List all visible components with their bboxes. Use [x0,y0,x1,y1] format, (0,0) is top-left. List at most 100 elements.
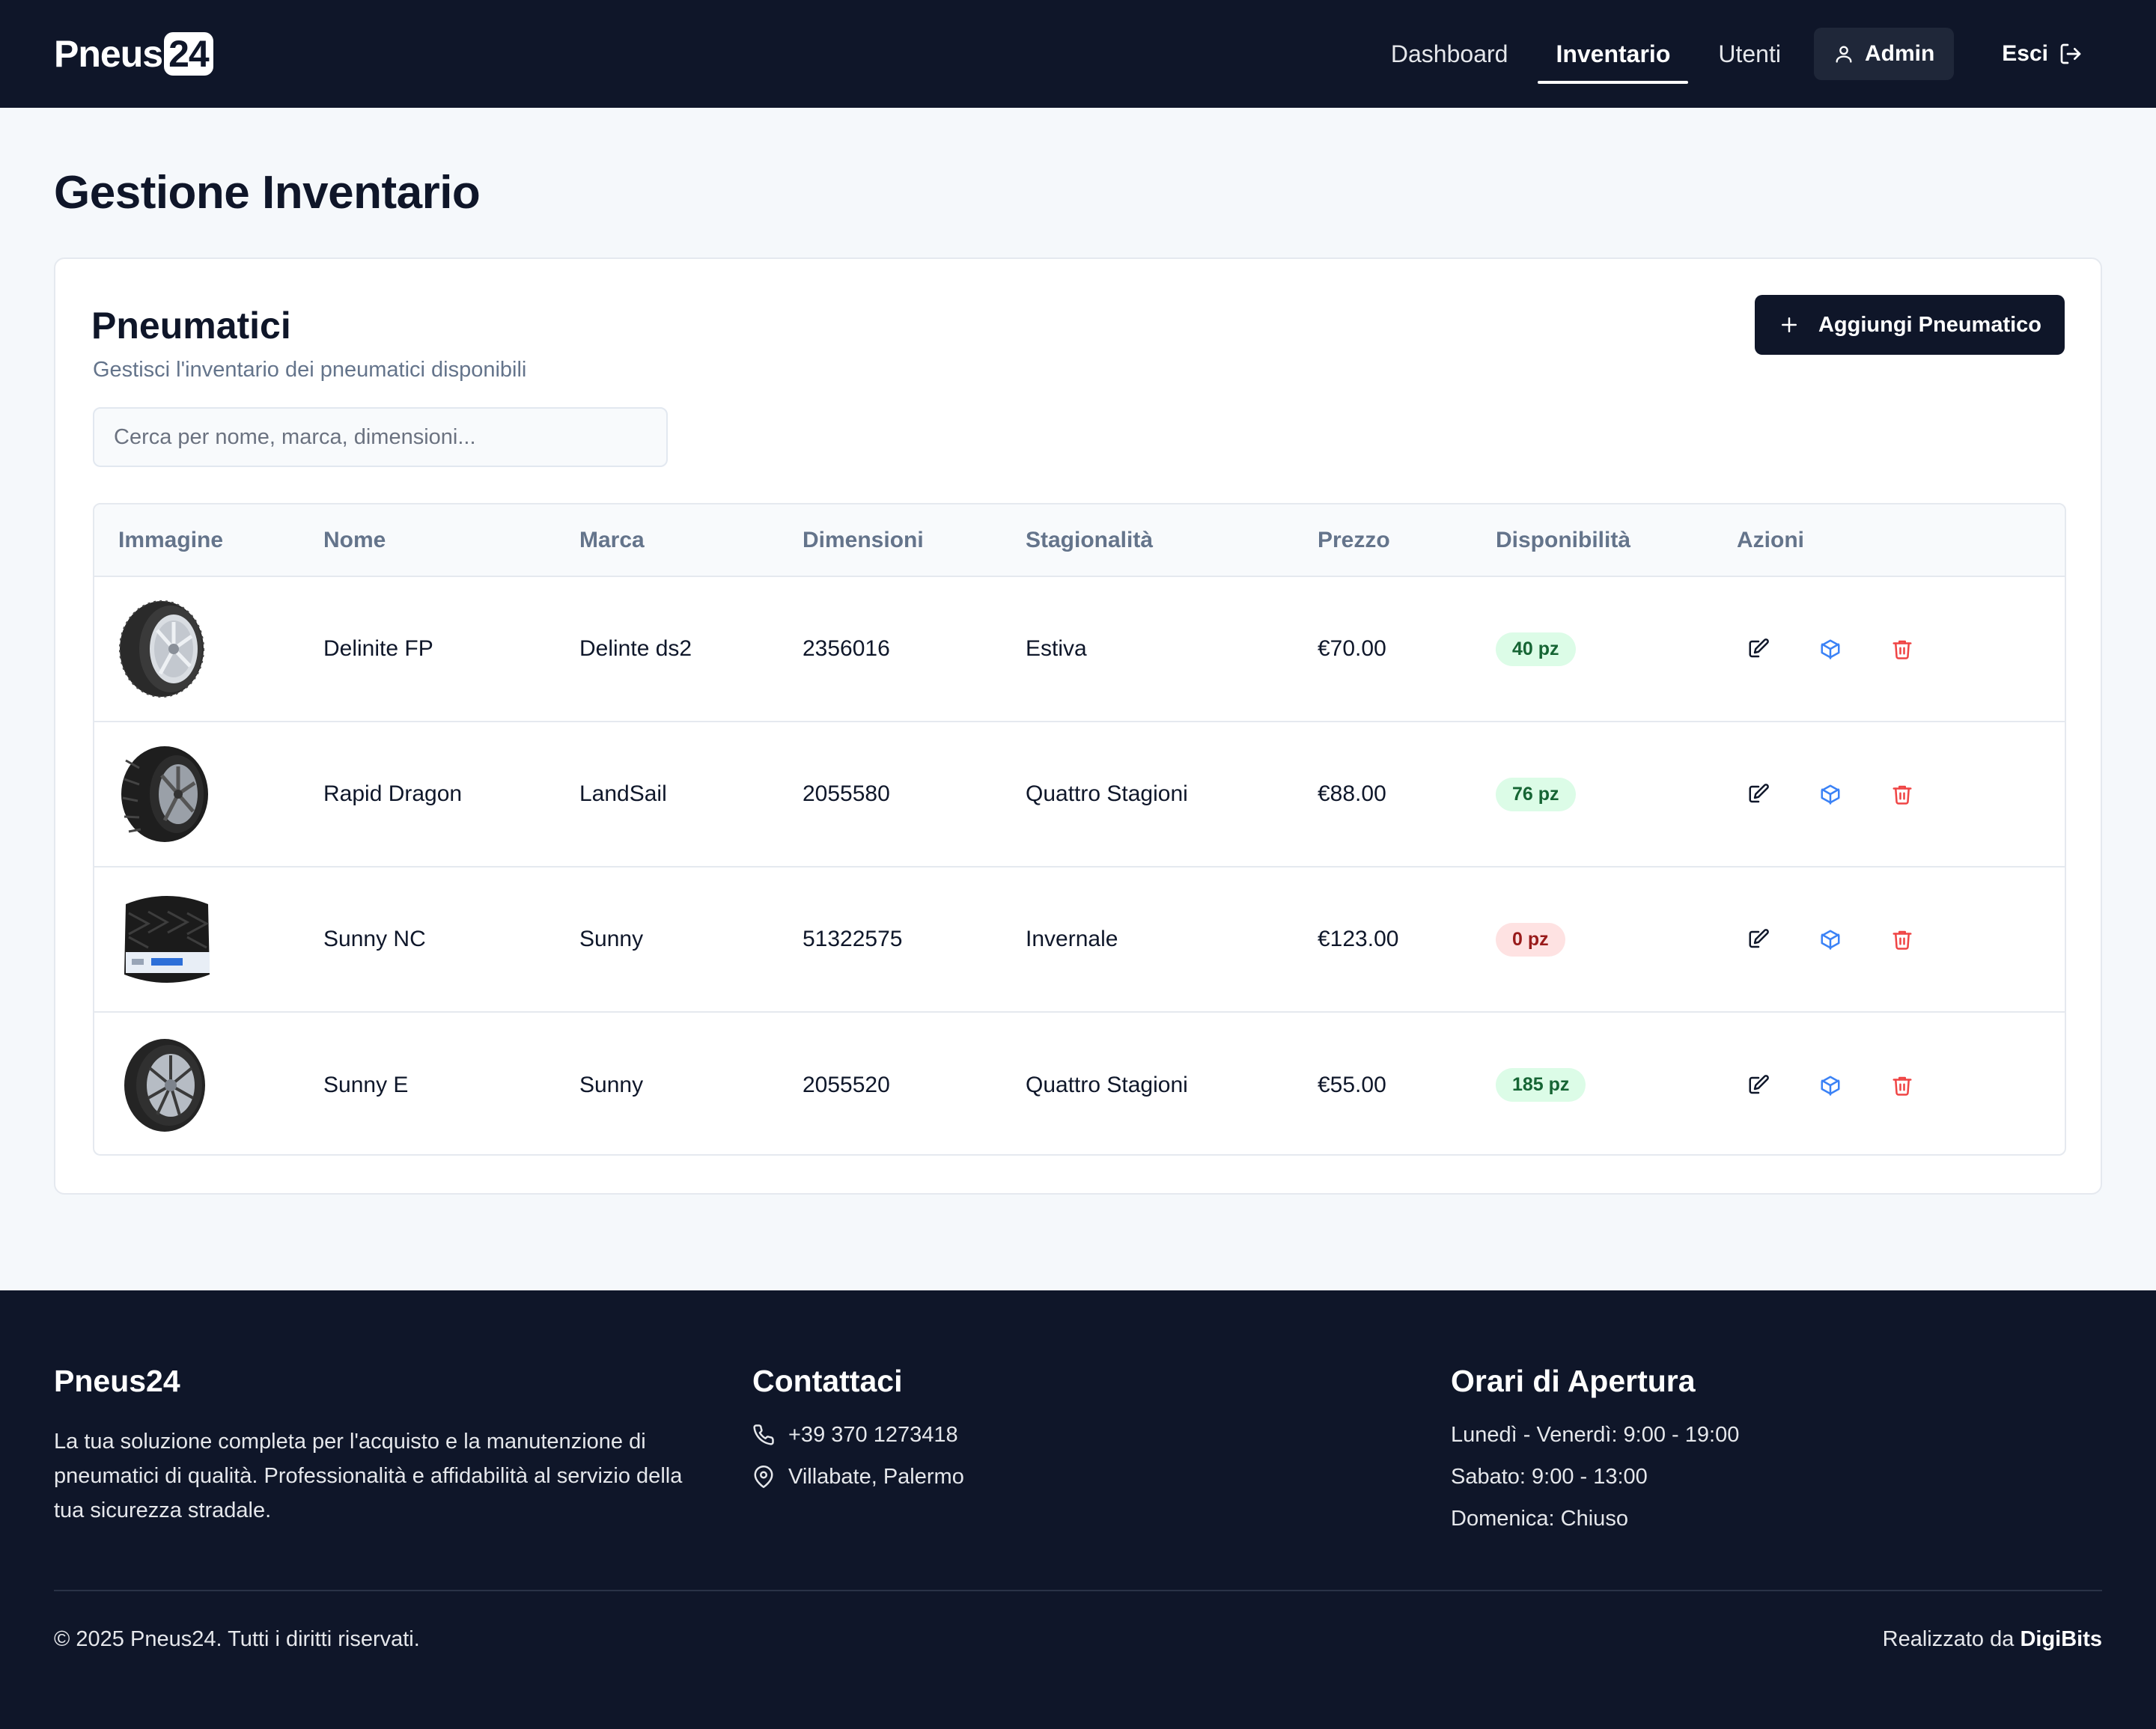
card-subtitle: Gestisci l'inventario dei pneumatici dis… [93,358,527,382]
table-row: Sunny E Sunny 2055520 Quattro Stagioni €… [94,1012,2065,1154]
nav-item-inventario[interactable]: Inventario [1538,24,1689,84]
footer-copyright: © 2025 Pneus24. Tutti i diritti riservat… [54,1627,420,1651]
package-icon [1821,1076,1840,1096]
trash-icon [1892,640,1912,659]
tire-name: Delinite FP [323,636,433,661]
column-header-size[interactable]: Dimensioni [779,504,1002,577]
stock-update-button[interactable] [1816,780,1845,808]
edit-icon [1749,929,1769,948]
tire-size: 51322575 [803,927,903,951]
tire-season: Estiva [1026,636,1087,661]
table-row: Delinite FP Delinte ds2 2356016 Estiva €… [94,576,2065,722]
column-header-name[interactable]: Nome [299,504,555,577]
tire-image [124,896,210,983]
tire-price: €123.00 [1318,927,1399,951]
main-nav: Dashboard Inventario Utenti Admin Esci [1367,0,2102,108]
delete-button[interactable] [1888,1071,1916,1100]
tire-image-cell [94,576,299,722]
stock-update-button[interactable] [1816,925,1845,954]
footer-contact-title: Contattaci [752,1364,903,1398]
column-header-image: Immagine [94,504,299,577]
footer-about-text: La tua soluzione completa per l'acquisto… [54,1430,683,1522]
edit-icon [1749,784,1769,803]
admin-label: Admin [1864,41,1935,66]
footer-hours: Orari di Apertura Lunedì - Venerdì: 9:00… [1451,1364,1739,1540]
package-icon [1821,930,1840,950]
footer-phone-text: +39 370 1273418 [788,1422,958,1447]
tire-price: €55.00 [1318,1072,1386,1097]
admin-button[interactable]: Admin [1813,28,1955,80]
nav-item-dashboard[interactable]: Dashboard [1373,24,1526,84]
delete-button[interactable] [1888,635,1916,663]
tire-brand: Delinte ds2 [579,636,692,661]
trash-icon [1892,1076,1912,1096]
page-title: Gestione Inventario [54,167,481,219]
add-tire-button[interactable]: Aggiungi Pneumatico [1755,295,2065,355]
table-row: Sunny NC Sunny 51322575 Invernale €123.0… [94,867,2065,1012]
tire-season: Quattro Stagioni [1026,1072,1188,1097]
actions-cell [1713,576,2065,722]
edit-button[interactable] [1744,780,1773,808]
footer-credits: Realizzato da DigiBits [1883,1627,2102,1652]
column-header-season[interactable]: Stagionalità [1002,504,1294,577]
inventory-card: Pneumatici Gestisci l'inventario dei pne… [54,257,2102,1195]
tire-size: 2356016 [803,636,890,661]
edit-button[interactable] [1744,925,1773,954]
tire-season: Invernale [1026,927,1118,951]
column-header-brand[interactable]: Marca [555,504,779,577]
footer-about-title: Pneus24 [54,1364,180,1398]
footer-phone[interactable]: +39 370 1273418 [752,1414,964,1456]
brand-number: 24 [164,32,213,76]
footer-divider [54,1590,2102,1591]
footer-address: Villabate, Palermo [752,1456,964,1498]
actions-cell [1713,867,2065,1012]
brand-name: Pneus [54,33,163,75]
column-header-price[interactable]: Prezzo [1294,504,1472,577]
tire-size: 2055520 [803,1072,890,1097]
stock-cell: 185 pz [1472,1012,1713,1154]
stock-update-button[interactable] [1816,635,1845,663]
site-footer: Pneus24 La tua soluzione completa per l'… [0,1290,2156,1729]
tire-brand: Sunny [579,1072,644,1097]
stock-cell: 40 pz [1472,576,1713,722]
edit-button[interactable] [1744,1071,1773,1100]
logout-button[interactable]: Esci [1982,28,2102,80]
tire-name: Sunny E [323,1072,409,1097]
credits-link[interactable]: DigiBits [2020,1627,2102,1651]
trash-icon [1892,785,1912,805]
tire-brand: LandSail [579,781,667,806]
tire-image-cell [94,1012,299,1154]
tire-image [121,746,208,842]
delete-button[interactable] [1888,925,1916,954]
actions-cell [1713,722,2065,867]
tire-image [124,1038,205,1132]
table-header-row: Immagine Nome Marca Dimensioni Stagional… [94,504,2065,577]
stock-badge: 0 pz [1496,922,1565,957]
delete-button[interactable] [1888,780,1916,808]
stock-cell: 0 pz [1472,867,1713,1012]
edit-icon [1749,638,1769,658]
phone-icon [752,1424,775,1446]
map-pin-icon [752,1466,775,1488]
nav-item-utenti[interactable]: Utenti [1700,24,1799,84]
tire-size: 2055580 [803,781,890,806]
column-header-stock[interactable]: Disponibilità [1472,504,1713,577]
edit-button[interactable] [1744,635,1773,663]
credits-prefix: Realizzato da [1882,1627,2015,1651]
tire-price: €70.00 [1318,636,1386,661]
stock-badge: 76 pz [1496,777,1576,811]
tire-image-cell [94,722,299,867]
stock-update-button[interactable] [1816,1071,1845,1100]
brand-logo[interactable]: Pneus 24 [54,32,213,76]
hours-weekdays: Lunedì - Venerdì: 9:00 - 19:00 [1451,1422,1740,1447]
actions-cell [1713,1012,2065,1154]
package-icon [1821,639,1840,659]
column-header-actions: Azioni [1713,504,2065,577]
footer-about: Pneus24 La tua soluzione completa per l'… [54,1364,713,1528]
search-input[interactable] [93,407,668,467]
footer-address-text: Villabate, Palermo [788,1464,964,1489]
hours-sunday: Domenica: Chiuso [1451,1506,1628,1531]
tire-name: Rapid Dragon [323,781,463,806]
card-title: Pneumatici [91,305,291,347]
add-tire-label: Aggiungi Pneumatico [1818,312,2042,337]
